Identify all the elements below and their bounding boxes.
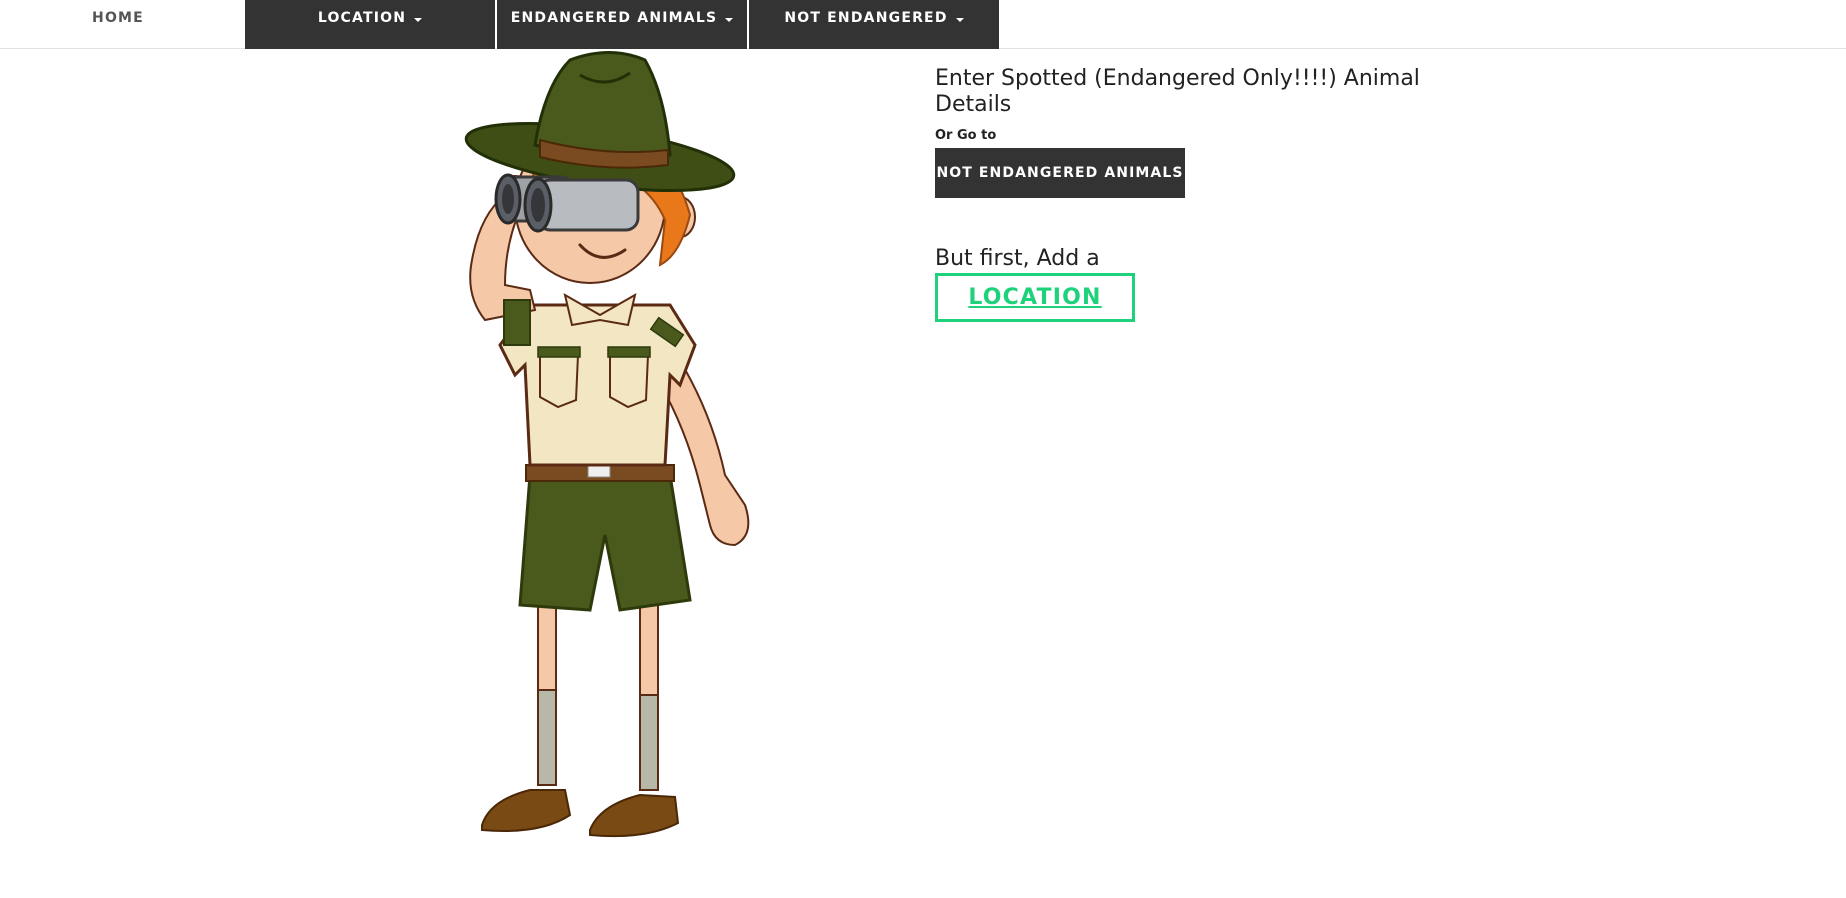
nav-location-label: LOCATION: [317, 10, 407, 26]
main-details-panel: Enter Spotted (Endangered Only!!!!) Anim…: [935, 66, 1455, 322]
caret-down-icon: [955, 18, 964, 22]
top-navbar: HOME LOCATION ENDANGERED ANIMALS NOT END…: [0, 0, 1846, 49]
page-title: Enter Spotted (Endangered Only!!!!) Anim…: [935, 66, 1420, 117]
caret-down-icon: [414, 18, 423, 22]
not-endangered-animals-button[interactable]: NOT ENDANGERED ANIMALS: [935, 148, 1185, 198]
nav-not-endangered-label: NOT ENDANGERED: [784, 10, 948, 26]
add-location-button[interactable]: LOCATION: [935, 273, 1135, 322]
nav-home-link[interactable]: HOME: [0, 0, 236, 48]
nav-endangered-dropdown[interactable]: ENDANGERED ANIMALS: [497, 0, 747, 49]
nav-endangered-label: ENDANGERED ANIMALS: [510, 10, 718, 26]
park-ranger-illustration: [464, 51, 750, 838]
nav-not-endangered-dropdown[interactable]: NOT ENDANGERED: [749, 0, 999, 49]
nav-home-label: HOME: [92, 10, 144, 26]
add-location-prompt: But first, Add a: [935, 246, 1100, 271]
or-go-to-label: Or Go to: [935, 128, 997, 143]
caret-down-icon: [725, 18, 734, 22]
nav-location-dropdown[interactable]: LOCATION: [245, 0, 495, 49]
